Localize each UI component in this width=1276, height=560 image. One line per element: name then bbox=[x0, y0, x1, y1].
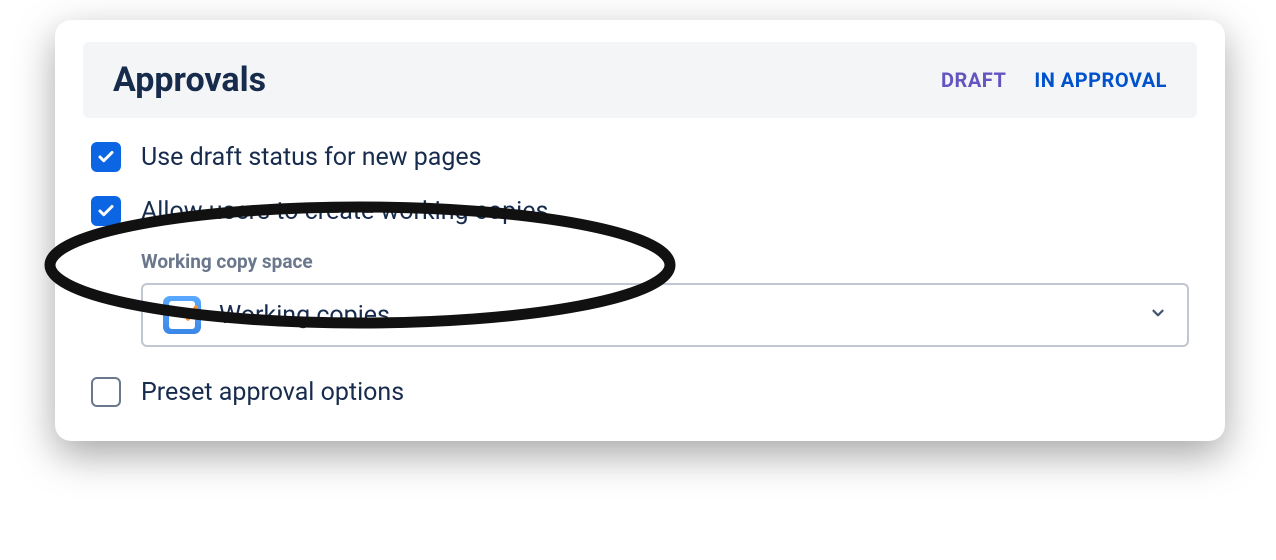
section-title: Approvals bbox=[113, 60, 266, 100]
option-preset-approval: Preset approval options bbox=[91, 377, 1189, 407]
option-use-draft: Use draft status for new pages bbox=[91, 142, 1189, 172]
section-header: Approvals DRAFT IN APPROVAL bbox=[83, 42, 1197, 118]
option-allow-working-copies-label: Allow users to create working copies bbox=[141, 197, 548, 226]
option-preset-approval-label: Preset approval options bbox=[141, 378, 404, 407]
checkbox-allow-working-copies[interactable] bbox=[91, 196, 121, 226]
status-tab-in-approval[interactable]: IN APPROVAL bbox=[1034, 68, 1167, 92]
notepad-icon bbox=[163, 296, 201, 334]
check-icon bbox=[97, 202, 115, 220]
checkbox-preset-approval[interactable] bbox=[91, 377, 121, 407]
approvals-panel: Approvals DRAFT IN APPROVAL Use draft st… bbox=[55, 20, 1225, 441]
select-value: Working copies bbox=[163, 296, 390, 334]
status-tab-draft[interactable]: DRAFT bbox=[941, 68, 1006, 92]
working-copy-space-label: Working copy space bbox=[141, 250, 1189, 273]
option-allow-working-copies: Allow users to create working copies bbox=[91, 196, 1189, 226]
working-copy-space-field: Working copy space Working copies bbox=[141, 250, 1189, 347]
check-icon bbox=[97, 148, 115, 166]
working-copy-space-select[interactable]: Working copies bbox=[141, 283, 1189, 347]
status-tabs: DRAFT IN APPROVAL bbox=[941, 68, 1167, 92]
chevron-down-icon bbox=[1149, 304, 1167, 326]
select-value-text: Working copies bbox=[219, 301, 390, 330]
option-use-draft-label: Use draft status for new pages bbox=[141, 143, 482, 172]
options-list: Use draft status for new pages Allow use… bbox=[83, 142, 1197, 407]
checkbox-use-draft[interactable] bbox=[91, 142, 121, 172]
